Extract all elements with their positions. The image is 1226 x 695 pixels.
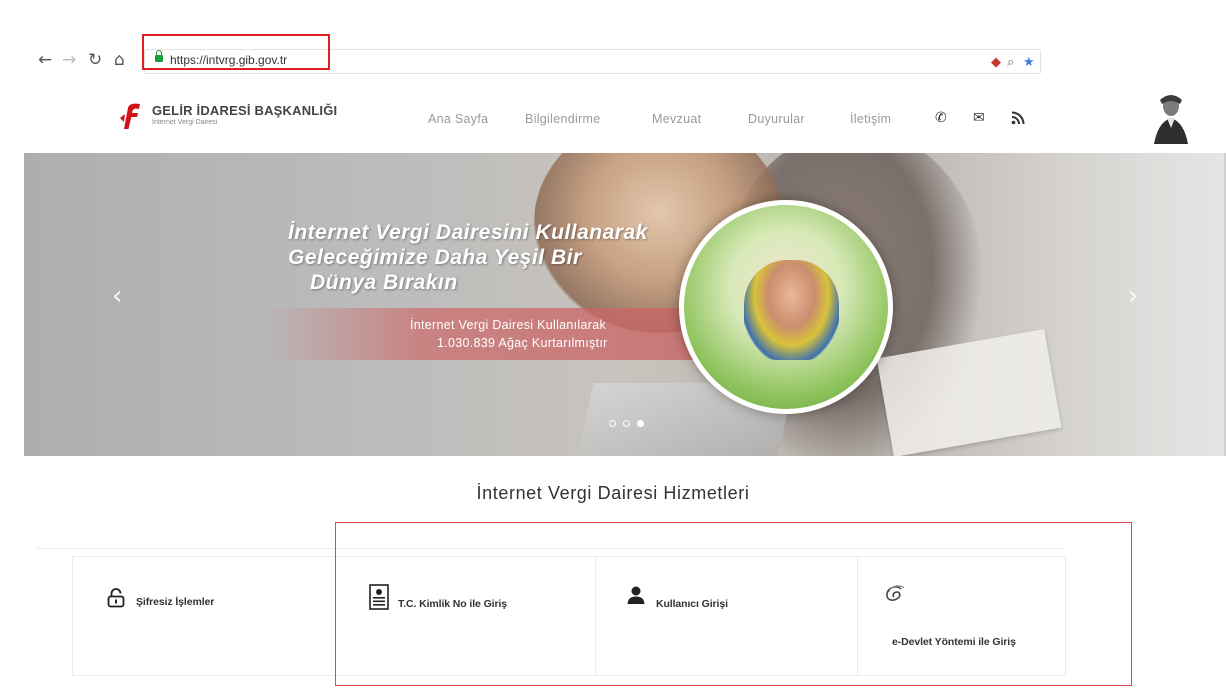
service-card-sifresiz[interactable]: Şifresiz İşlemler [72,556,336,676]
carousel-dot-3[interactable] [637,420,644,427]
nav-iletisim[interactable]: İletişim [850,112,891,126]
hero-ribbon [264,308,714,360]
nav-bilgilendirme[interactable]: Bilgilendirme [525,112,600,126]
ataturk-portrait-icon [1154,95,1188,144]
carousel-dot-2[interactable] [623,420,630,427]
hero-carousel[interactable]: İnternet Vergi Dairesi Kullanılarak 1.03… [24,153,1226,456]
forward-icon[interactable]: → [62,50,76,70]
brand-name[interactable]: GELİR İDARESİ BAŞKANLIĞI [152,103,337,118]
hero-title-line-1: İnternet Vergi Dairesini Kullanarak [288,221,648,244]
extension-icon[interactable]: ◆ [991,54,1001,70]
gib-logo-icon[interactable] [118,102,142,130]
hero-family-circle [679,200,893,414]
carousel-prev-icon[interactable]: ‹ [112,281,122,311]
unlock-icon [107,588,125,608]
nav-ana-sayfa[interactable]: Ana Sayfa [428,112,488,126]
hero-title-line-3: Dünya Bırakın [310,271,458,294]
ribbon-line-1: İnternet Vergi Dairesi Kullanılarak [410,318,607,332]
url-highlight-annotation [142,34,330,70]
services-title: İnternet Vergi Dairesi Hizmetleri [476,483,750,503]
phone-icon[interactable]: ✆ [935,109,947,126]
rss-icon[interactable] [1011,111,1025,125]
carousel-next-icon[interactable]: › [1128,281,1138,311]
hero-title-line-2: Geleceğimize Daha Yeşil Bir [288,246,582,269]
zoom-icon[interactable]: ⌕ [1007,54,1014,70]
family-photo [744,260,839,360]
brand-subtitle: İnternet Vergi Dairesi [152,119,218,126]
home-icon[interactable]: ⌂ [114,50,125,70]
bookmark-star-icon[interactable]: ★ [1023,54,1035,70]
carousel-dot-1[interactable] [609,420,616,427]
back-icon[interactable]: ← [38,50,52,70]
ribbon-line-2: 1.030.839 Ağaç Kurtarılmıştır [437,336,608,350]
service-label-sifresiz: Şifresiz İşlemler [136,596,215,608]
nav-mevzuat[interactable]: Mevzuat [652,112,701,126]
nav-duyurular[interactable]: Duyurular [748,112,805,126]
mail-icon[interactable]: ✉ [973,109,985,126]
reload-icon[interactable]: ↻ [88,50,102,70]
services-highlight-annotation [335,522,1132,686]
